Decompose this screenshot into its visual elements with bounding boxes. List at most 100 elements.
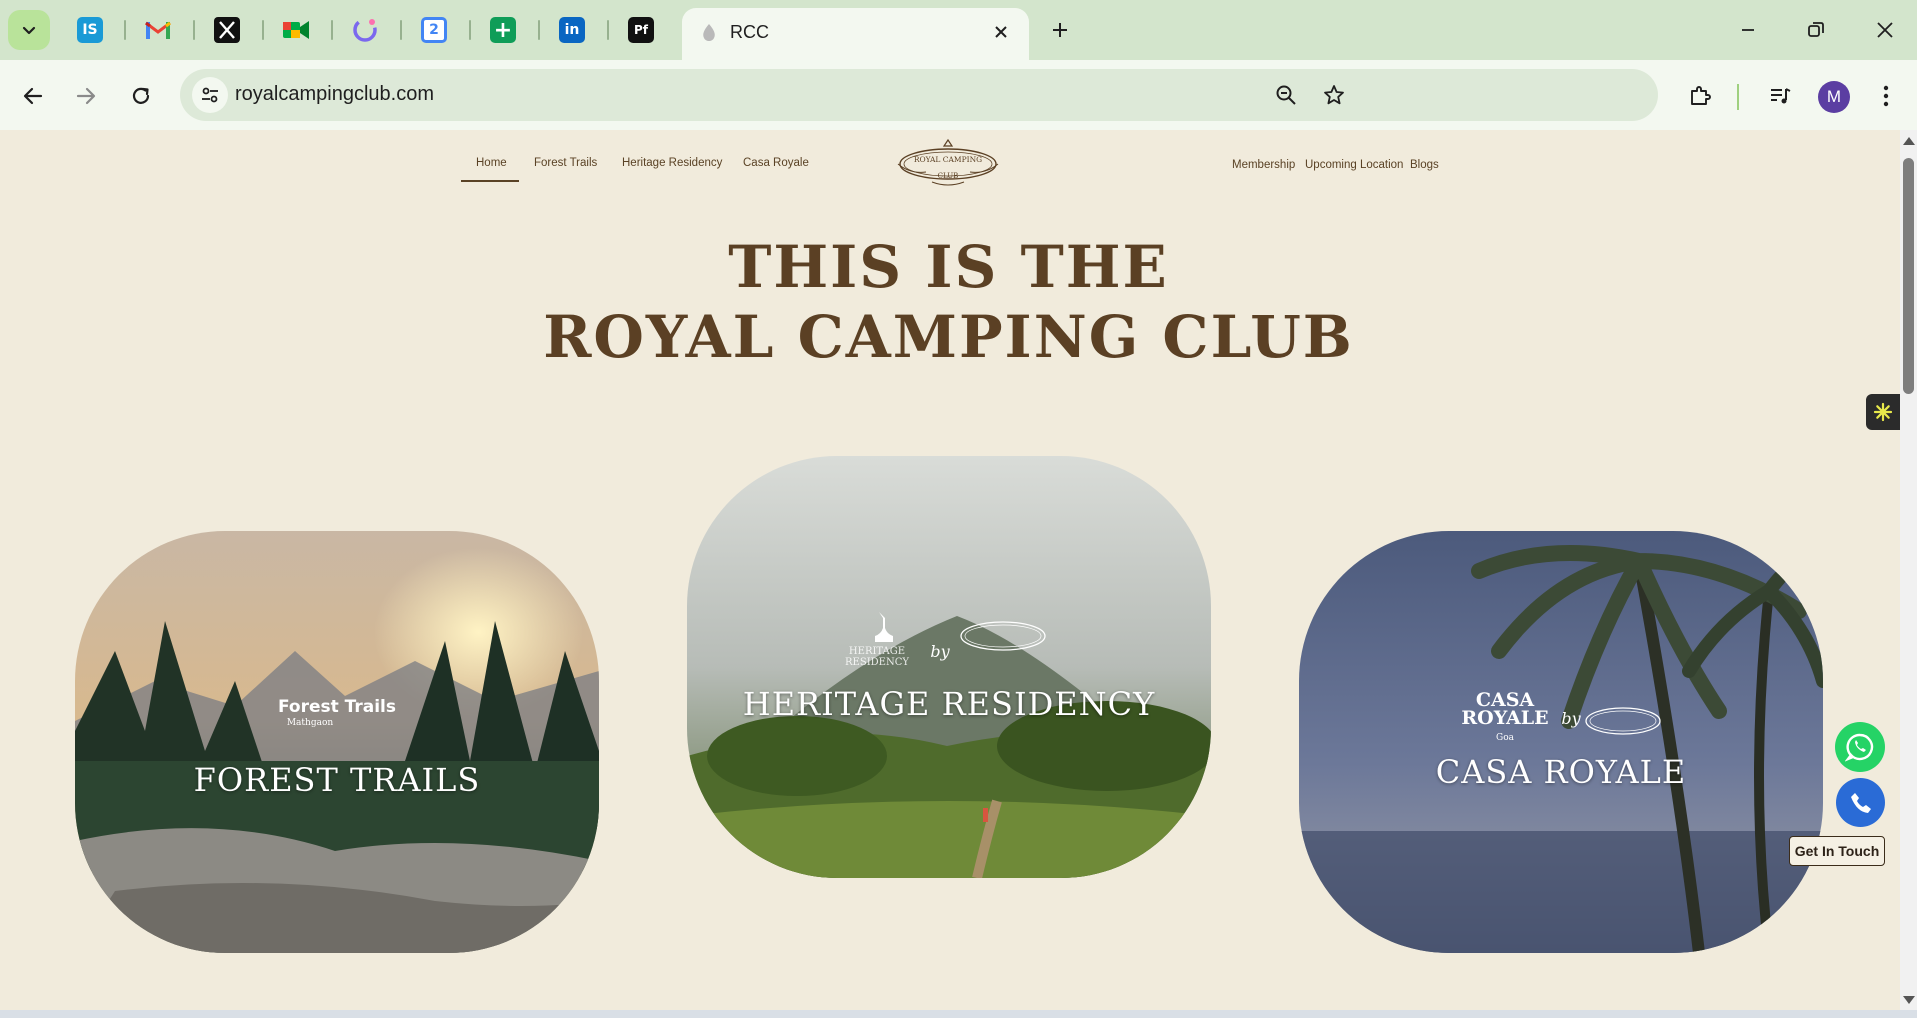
- google-meet-icon: [283, 21, 309, 39]
- casa-royale-place: Goa: [1496, 733, 1514, 743]
- whatsapp-icon: [1845, 733, 1874, 762]
- phone-icon: [1850, 792, 1871, 813]
- tab-separator: [538, 20, 540, 40]
- tab-separator: [469, 20, 471, 40]
- scroll-up-arrow-icon[interactable]: [1903, 137, 1915, 145]
- nav-casa-royale[interactable]: Casa Royale: [743, 157, 809, 169]
- clickup-icon: [353, 18, 377, 42]
- restore-button[interactable]: [1796, 12, 1836, 48]
- pinned-tab-gmail[interactable]: [141, 13, 175, 47]
- close-icon: [1877, 22, 1893, 38]
- hero-heading: THIS IS THE ROYAL CAMPING CLUB: [0, 232, 1897, 372]
- card-casa-royale[interactable]: CASA ROYALE Goa by CASA ROYALE: [1299, 531, 1823, 953]
- scrollbar-thumb[interactable]: [1903, 158, 1914, 394]
- pinned-tab-linkedin[interactable]: in: [555, 13, 589, 47]
- logo-text-top: ROYAL CAMPING: [914, 155, 982, 164]
- zoom-button[interactable]: [1270, 79, 1302, 111]
- royal-camping-club-logo[interactable]: ROYAL CAMPING CLUB: [896, 138, 1000, 190]
- browser-toolbar: royalcampingclub.com: [0, 60, 1917, 130]
- close-icon: [995, 26, 1007, 38]
- new-tab-button[interactable]: [1044, 14, 1076, 46]
- gmail-icon: [145, 21, 171, 39]
- tab-bar: IS 2 + in Pf RCC: [0, 0, 1917, 60]
- reload-icon: [132, 87, 150, 104]
- address-bar[interactable]: royalcampingclub.com: [180, 69, 1658, 121]
- pinned-tab-clickup[interactable]: [348, 13, 382, 47]
- tab-separator: [607, 20, 609, 40]
- accessibility-widget[interactable]: [1866, 394, 1900, 430]
- asterisk-icon: [1873, 402, 1893, 422]
- heritage-residency-brand: HERITAGE RESIDENCY: [845, 646, 909, 668]
- tab-separator: [124, 20, 126, 40]
- pf-icon: Pf: [628, 17, 654, 43]
- active-tab[interactable]: RCC: [682, 8, 1029, 60]
- url-text[interactable]: royalcampingclub.com: [235, 83, 434, 106]
- card-title-forest-trails: FOREST TRAILS: [193, 761, 481, 799]
- plus-icon: [1053, 23, 1067, 37]
- call-button[interactable]: [1836, 778, 1885, 827]
- pinned-tab-meet[interactable]: [279, 13, 313, 47]
- chevron-down-icon: [22, 26, 36, 35]
- tab-separator: [262, 20, 264, 40]
- chrome-menu-button[interactable]: [1866, 76, 1906, 116]
- whatsapp-button[interactable]: [1835, 722, 1885, 772]
- profile-avatar[interactable]: M: [1818, 81, 1850, 113]
- bookmark-button[interactable]: [1318, 79, 1350, 111]
- forest-trails-place: Mathgaon: [286, 718, 334, 728]
- more-vert-icon: [1883, 85, 1889, 107]
- casa-royale-image: [1299, 531, 1823, 953]
- casa-royale-partner-logo-icon: [1585, 707, 1661, 735]
- card-forest-trails[interactable]: Forest Trails Mathgaon FOREST TRAILS: [75, 531, 599, 953]
- extensions-button[interactable]: [1680, 76, 1720, 116]
- pinned-tab-sheets[interactable]: +: [486, 13, 520, 47]
- tab-separator: [331, 20, 333, 40]
- nav-heritage-residency[interactable]: Heritage Residency: [622, 157, 722, 169]
- close-window-button[interactable]: [1865, 12, 1905, 48]
- minimize-icon: [1742, 29, 1754, 31]
- pinned-tab-is[interactable]: IS: [73, 13, 107, 47]
- card-title-heritage-residency: HERITAGE RESIDENCY: [742, 685, 1156, 723]
- nav-upcoming-location[interactable]: Upcoming Location: [1305, 159, 1403, 171]
- site-info-button[interactable]: [192, 77, 228, 113]
- tab-separator: [400, 20, 402, 40]
- toolbar-separator: [1737, 84, 1739, 110]
- casa-royale-brand: CASA ROYALE: [1461, 689, 1549, 729]
- puzzle-icon: [1691, 86, 1711, 105]
- is-icon: IS: [77, 17, 103, 43]
- zoom-out-icon: [1276, 85, 1296, 105]
- back-button[interactable]: [13, 76, 53, 116]
- forest-trails-brand: Forest Trails: [277, 697, 397, 717]
- logo-text-bottom: CLUB: [938, 172, 959, 180]
- pinned-tab-pf[interactable]: Pf: [624, 13, 658, 47]
- reload-button[interactable]: [121, 76, 161, 116]
- heritage-by-text: by: [930, 642, 950, 661]
- arrow-right-icon: [76, 87, 96, 105]
- arrow-left-icon: [23, 87, 43, 105]
- tab-search-button[interactable]: [8, 10, 50, 50]
- google-sheets-icon: +: [490, 17, 516, 43]
- nav-home[interactable]: Home: [476, 157, 507, 169]
- close-tab-button[interactable]: [987, 18, 1015, 46]
- scroll-down-arrow-icon[interactable]: [1903, 996, 1915, 1004]
- card-title-casa-royale: CASA ROYALE: [1435, 753, 1687, 791]
- pinned-tab-x[interactable]: [210, 13, 244, 47]
- tune-icon: [202, 87, 218, 103]
- nav-forest-trails[interactable]: Forest Trails: [534, 157, 597, 169]
- pinned-tab-calendar[interactable]: 2: [417, 13, 451, 47]
- forward-button[interactable]: [66, 76, 106, 116]
- window-bottom-edge: [0, 1010, 1917, 1018]
- card-heritage-residency[interactable]: HERITAGE RESIDENCY by HERITAGE RESIDENCY: [687, 456, 1211, 878]
- nav-blogs[interactable]: Blogs: [1410, 159, 1439, 171]
- linkedin-icon: in: [559, 17, 585, 43]
- minimize-button[interactable]: [1728, 12, 1768, 48]
- nav-active-indicator: [461, 180, 519, 182]
- hero-line-1: THIS IS THE: [728, 233, 1169, 301]
- media-controls-button[interactable]: [1760, 76, 1800, 116]
- get-in-touch-button[interactable]: Get In Touch: [1789, 836, 1885, 866]
- active-tab-title: RCC: [730, 22, 769, 42]
- x-icon: [214, 17, 240, 43]
- tab-separator: [193, 20, 195, 40]
- page-scrollbar[interactable]: [1900, 130, 1917, 1010]
- page-viewport: Home Forest Trails Heritage Residency Ca…: [0, 130, 1900, 1010]
- nav-membership[interactable]: Membership: [1232, 159, 1295, 171]
